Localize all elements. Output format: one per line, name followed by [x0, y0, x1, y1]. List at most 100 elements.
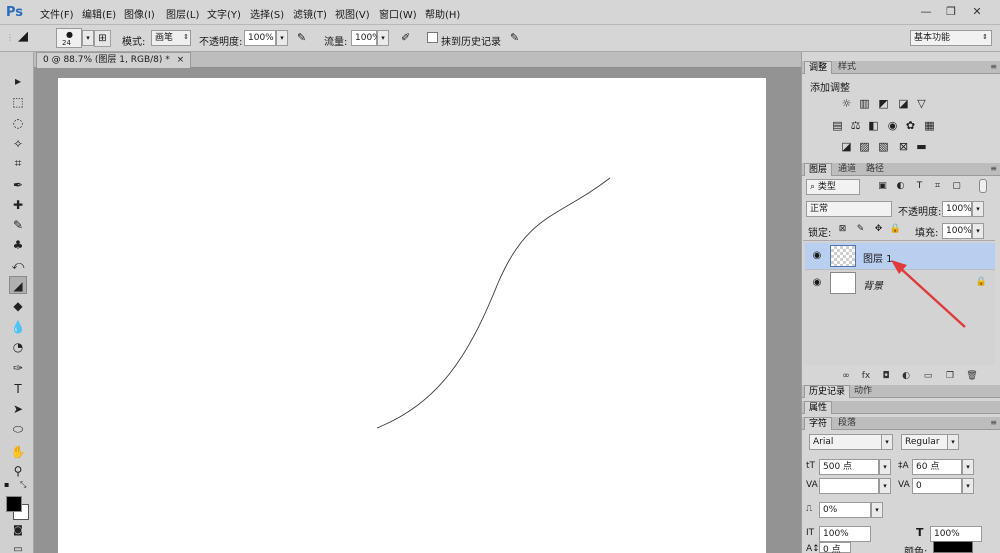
filter-type-icon[interactable]: T	[913, 180, 926, 193]
character-panel-menu-icon[interactable]: ≡	[990, 418, 997, 427]
color-balance-icon[interactable]: ⚖	[849, 119, 862, 132]
erase-history-checkbox[interactable]	[427, 32, 438, 43]
history-brush-tool-icon[interactable]: ⤺	[9, 256, 27, 274]
document-tab-close-icon[interactable]: ×	[177, 55, 185, 65]
leading-dropdown[interactable]: ▾	[962, 459, 974, 475]
horizontal-scale-input[interactable]: 100%	[930, 526, 982, 542]
tab-adjustments[interactable]: 调整	[804, 61, 833, 74]
baseline-shift-input[interactable]: 0 点	[819, 542, 851, 553]
curves-icon[interactable]: ◩	[877, 97, 890, 110]
font-size-input[interactable]: 500 点	[819, 459, 879, 475]
airbrush-icon[interactable]: ✐	[401, 31, 415, 48]
font-family-dropdown[interactable]: ▾	[881, 434, 893, 450]
fill-input[interactable]: 100%	[942, 223, 972, 239]
selective-color-icon[interactable]: ⊠	[897, 140, 910, 153]
flow-input[interactable]: 100%	[351, 30, 381, 46]
tab-layers[interactable]: 图层	[804, 163, 833, 176]
hue-saturation-icon[interactable]: ▤	[831, 119, 844, 132]
menu-file[interactable]: 文件(F)	[40, 6, 74, 21]
tab-properties[interactable]: 属性	[804, 401, 833, 414]
eyedropper-tool-icon[interactable]: ✒	[9, 176, 27, 194]
invert-icon[interactable]: ◪	[840, 140, 853, 153]
font-style-dropdown[interactable]: ▾	[947, 434, 959, 450]
filter-smart-object-icon[interactable]: ▢	[950, 180, 963, 193]
new-layer-icon[interactable]: ❐	[944, 370, 956, 382]
panel-menu-icon[interactable]: ≡	[990, 62, 997, 71]
zoom-tool-icon[interactable]: ⚲	[9, 462, 27, 480]
menu-select[interactable]: 选择(S)	[250, 6, 284, 21]
quick-select-tool-icon[interactable]: ✧	[9, 135, 27, 153]
default-colors-icon[interactable]: ▪	[4, 480, 9, 489]
path-select-tool-icon[interactable]: ➤	[9, 400, 27, 418]
type-tool-icon[interactable]: T	[9, 380, 27, 398]
new-group-icon[interactable]: ▭	[922, 370, 934, 382]
tab-styles[interactable]: 样式	[834, 61, 860, 74]
menu-view[interactable]: 视图(V)	[335, 6, 370, 21]
filter-adjustment-icon[interactable]: ◐	[894, 180, 907, 193]
dodge-tool-icon[interactable]: ◔	[9, 338, 27, 356]
foreground-color-swatch[interactable]	[6, 496, 22, 512]
flow-dropdown[interactable]: ▾	[377, 30, 389, 46]
exposure-icon[interactable]: ◪	[897, 97, 910, 110]
color-lookup-icon[interactable]: ▦	[923, 119, 936, 132]
paint-bucket-tool-icon[interactable]: ◆	[9, 297, 27, 315]
swap-colors-icon[interactable]: ⤡	[20, 480, 26, 490]
kerning-dropdown[interactable]: ▾	[879, 478, 891, 494]
filter-shape-icon[interactable]: ⌗	[931, 180, 944, 193]
add-mask-icon[interactable]: ◘	[880, 370, 892, 382]
move-tool-icon[interactable]: ▸	[9, 72, 27, 90]
marquee-tool-icon[interactable]: ⬚	[9, 93, 27, 111]
black-white-icon[interactable]: ◧	[867, 119, 880, 132]
blur-tool-icon[interactable]: 💧	[9, 318, 27, 336]
leading-input[interactable]: 60 点	[912, 459, 962, 475]
brush-panel-toggle-icon[interactable]: ⊞	[94, 30, 111, 47]
text-color-swatch[interactable]	[933, 541, 973, 553]
fill-dropdown[interactable]: ▾	[972, 223, 984, 239]
layer-opacity-input[interactable]: 100%	[942, 201, 972, 217]
tab-channels[interactable]: 通道	[834, 163, 860, 176]
link-layers-icon[interactable]: ∞	[840, 370, 852, 382]
eraser-tool-preset-icon[interactable]: ◢	[18, 29, 40, 46]
pressure-opacity-icon[interactable]: ✎	[297, 31, 311, 48]
scale-dropdown[interactable]: ▾	[871, 502, 883, 518]
filter-toggle-switch[interactable]	[979, 179, 987, 193]
document-tab[interactable]: 0 @ 88.7% (图层 1, RGB/8) * ×	[36, 52, 192, 68]
kerning-input[interactable]	[819, 478, 879, 494]
tab-paths[interactable]: 路径	[862, 163, 888, 176]
layers-panel-menu-icon[interactable]: ≡	[990, 164, 997, 173]
menu-filter[interactable]: 滤镜(T)	[293, 6, 327, 21]
close-window-button[interactable]: ✕	[966, 3, 988, 20]
brightness-contrast-icon[interactable]: ☼	[840, 97, 853, 110]
brush-preset-dropdown[interactable]: ▾	[82, 30, 94, 46]
lock-image-icon[interactable]: ✎	[854, 223, 867, 236]
photo-filter-icon[interactable]: ◉	[886, 119, 899, 132]
levels-icon[interactable]: ▥	[858, 97, 871, 110]
lasso-tool-icon[interactable]: ◌	[9, 114, 27, 132]
ellipse-tool-icon[interactable]: ⬭	[9, 420, 27, 438]
canvas[interactable]	[58, 78, 766, 553]
restore-button[interactable]: ❐	[940, 3, 962, 20]
tab-character[interactable]: 字符	[804, 417, 833, 430]
menu-type[interactable]: 文字(Y)	[207, 6, 241, 21]
layer-filter-select[interactable]: ⌕ 类型	[806, 179, 860, 195]
fx-icon[interactable]: fx	[860, 370, 872, 382]
brush-preset-picker[interactable]: ● 24	[56, 28, 82, 48]
lock-transparent-icon[interactable]: ⊠	[836, 223, 849, 236]
clone-stamp-tool-icon[interactable]: ♣	[9, 236, 27, 254]
brush-tool-icon[interactable]: ✎	[9, 216, 27, 234]
pen-tool-icon[interactable]: ✑	[9, 359, 27, 377]
filter-pixel-icon[interactable]: ▣	[876, 180, 889, 193]
crop-tool-icon[interactable]: ⌗	[9, 154, 27, 172]
healing-brush-tool-icon[interactable]: ✚	[9, 196, 27, 214]
vertical-scale-input[interactable]: 100%	[819, 526, 871, 542]
channel-mixer-icon[interactable]: ✿	[904, 119, 917, 132]
screen-mode-icon[interactable]: ▭	[9, 541, 27, 553]
new-adjustment-icon[interactable]: ◐	[900, 370, 912, 382]
eraser-tool-icon[interactable]: ◢	[9, 276, 27, 294]
minimize-button[interactable]: —	[915, 3, 937, 20]
hand-tool-icon[interactable]: ✋	[9, 443, 27, 461]
tracking-dropdown[interactable]: ▾	[962, 478, 974, 494]
pressure-size-icon[interactable]: ✎	[510, 31, 524, 48]
layer-opacity-dropdown[interactable]: ▾	[972, 201, 984, 217]
gradient-map-icon[interactable]: ▬	[915, 140, 928, 153]
